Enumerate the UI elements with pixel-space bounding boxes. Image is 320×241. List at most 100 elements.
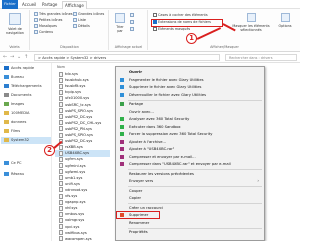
tab-file[interactable]: Fichier — [2, 0, 18, 9]
nav-network[interactable]: Réseau — [4, 171, 24, 178]
system-file-icon — [59, 114, 63, 120]
tab-share[interactable]: Partage — [42, 1, 57, 9]
nav-pictures[interactable]: Images — [4, 101, 24, 108]
nav-folder-100media[interactable]: 100MEDIA — [4, 110, 30, 117]
winrar-icon — [120, 154, 124, 159]
search-input[interactable]: Rechercher dans : drivers — [225, 54, 297, 61]
menu-item[interactable]: Exécuter dans 360 Sandbox — [116, 124, 264, 130]
menu-item[interactable]: Ouvrir — [116, 69, 264, 75]
tab-home[interactable]: Accueil — [22, 1, 36, 9]
nav-item-label: 100MEDIA — [11, 111, 30, 115]
layout-item-xl[interactable]: Très grandes icônes — [34, 12, 73, 17]
file-row[interactable]: wacompen.sys — [59, 236, 92, 241]
menu-item-label: Forcer la suppression avec 360 Total Sec… — [129, 132, 213, 136]
hidden-items-label: Éléments masqués — [158, 27, 191, 31]
file-name: vdrvroot.sys — [65, 187, 88, 192]
menu-item[interactable]: Compresser et envoyer par e-mail... — [116, 154, 264, 160]
nav-folder-system32[interactable]: System32 — [1, 137, 51, 144]
document-icon — [4, 93, 9, 97]
layout-icon — [73, 24, 77, 28]
up-arrow-icon[interactable]: ↑ — [24, 55, 28, 60]
nav-pane-icon — [9, 13, 21, 25]
nav-desktop[interactable]: Bureau — [4, 74, 24, 81]
system-file-icon — [59, 187, 63, 193]
nav-item-label: System32 — [11, 138, 29, 142]
layout-item-tiles[interactable]: Mosaïques — [34, 24, 57, 29]
menu-item[interactable]: Forcer la suppression avec 360 Total Sec… — [116, 131, 264, 137]
menu-item[interactable]: Envoyer vers › — [116, 178, 264, 184]
layout-item-label: Grandes icônes — [78, 12, 105, 16]
checkbox-items-toggle[interactable]: Cases à cocher des éléments — [153, 13, 208, 18]
options-button[interactable]: Options — [273, 13, 297, 28]
menu-item-label: Couper — [129, 188, 143, 193]
file-name: rsXBB.sys — [65, 145, 83, 150]
ribbon: Fichier Accueil Partage Affichage Volet … — [0, 0, 300, 52]
file-name: vfs.sys — [65, 194, 78, 198]
checkbox[interactable] — [153, 27, 157, 31]
layout-item-list[interactable]: Liste — [73, 18, 86, 23]
path-breadcrumb[interactable]: > Accès rapide > System32 > drivers — [34, 54, 220, 61]
file-name: volmgr.sys — [65, 218, 85, 223]
highlight-file-extensions — [151, 19, 223, 27]
submenu-arrow-icon: › — [257, 178, 259, 183]
add-columns-button[interactable] — [130, 20, 135, 25]
system-file-icon — [59, 77, 63, 83]
forward-arrow-icon[interactable]: → — [10, 55, 14, 60]
recent-chevron-icon[interactable]: ⌄ — [17, 55, 21, 60]
sort-button[interactable]: Trier par — [113, 13, 127, 33]
glary-icon — [120, 77, 124, 82]
group-by-button[interactable] — [130, 13, 135, 18]
menu-item[interactable]: Copier — [116, 195, 264, 201]
nav-folder-films[interactable]: Films — [4, 128, 20, 135]
nav-folder-donnees[interactable]: donnees — [4, 119, 26, 126]
panes-group: Volet de navigation Volets — [0, 10, 30, 50]
fit-icon — [130, 27, 134, 31]
menu-item[interactable]: Créer un raccourci — [116, 205, 264, 211]
column-header-name[interactable]: Nom — [57, 64, 65, 70]
file-name: usbPS2_DC.sys — [65, 114, 93, 119]
layout-item-label: Mosaïques — [39, 24, 57, 28]
layout-item-label: Contenu — [39, 30, 54, 34]
menu-item[interactable]: Déverrouiller le fichier avec Glary Util… — [116, 92, 264, 98]
menu-item[interactable]: Fragmenter le fichier avec Glary Utiliti… — [116, 77, 264, 83]
layout-item-large[interactable]: Grandes icônes — [73, 12, 104, 17]
nav-item-label: Images — [11, 102, 25, 106]
fit-columns-button[interactable] — [130, 27, 135, 32]
hide-selected-button[interactable]: Masquer les éléments sélectionnés — [231, 13, 271, 32]
system-file-icon — [59, 169, 63, 175]
highlight-rename — [116, 211, 160, 219]
system-file-icon — [59, 83, 63, 89]
menu-item[interactable]: Ajouter à l'archive... — [116, 139, 264, 145]
nav-documents[interactable]: Documents — [4, 92, 32, 99]
menu-item[interactable]: Partage — [116, 101, 264, 107]
menu-item[interactable]: Ajouter à "USB4XBC.rar" — [116, 146, 264, 152]
layout-item-label: Détails — [78, 24, 90, 28]
tab-view[interactable]: Affichage — [62, 1, 87, 9]
system-file-icon — [59, 236, 63, 241]
nav-item-label: donnees — [11, 120, 27, 124]
layout-item-details[interactable]: Détails — [73, 24, 90, 29]
menu-item[interactable]: Renommer — [116, 220, 264, 226]
nav-this-pc[interactable]: Ce PC — [4, 160, 22, 167]
menu-item[interactable]: Ouvrir avec... — [116, 109, 264, 115]
menu-item[interactable]: Restaurer les versions précédentes — [116, 171, 264, 177]
back-arrow-icon[interactable]: ← — [3, 55, 7, 60]
nav-pane-button[interactable]: Volet de navigation — [2, 13, 28, 35]
show-hide-label: Afficher/Masquer — [210, 45, 239, 49]
menu-item[interactable]: Compresser dans "USB4XBC.rar" et envoyer… — [116, 161, 264, 167]
nav-item-label: Documents — [11, 93, 32, 97]
nav-quick-access[interactable]: Accès rapide — [4, 65, 34, 72]
callout-1: 1 — [186, 33, 197, 44]
layout-item-content[interactable]: Contenu — [34, 30, 53, 35]
layout-icon — [34, 24, 38, 28]
file-name: usbPS2_PN.sys — [65, 126, 92, 131]
menu-item[interactable]: Supprimer le fichier avec Glary Utilitie… — [116, 84, 264, 90]
menu-item[interactable]: Analyser avec 360 Total Security — [116, 116, 264, 122]
nav-downloads[interactable]: Téléchargements — [4, 83, 42, 90]
menu-item[interactable]: Couper — [116, 188, 264, 194]
hidden-items-toggle[interactable]: Éléments masqués — [153, 27, 190, 32]
checkbox[interactable] — [153, 13, 157, 17]
system-file-icon — [59, 120, 63, 126]
layout-item-small[interactable]: Petites icônes — [34, 18, 62, 23]
menu-item[interactable]: Propriétés — [116, 229, 264, 235]
